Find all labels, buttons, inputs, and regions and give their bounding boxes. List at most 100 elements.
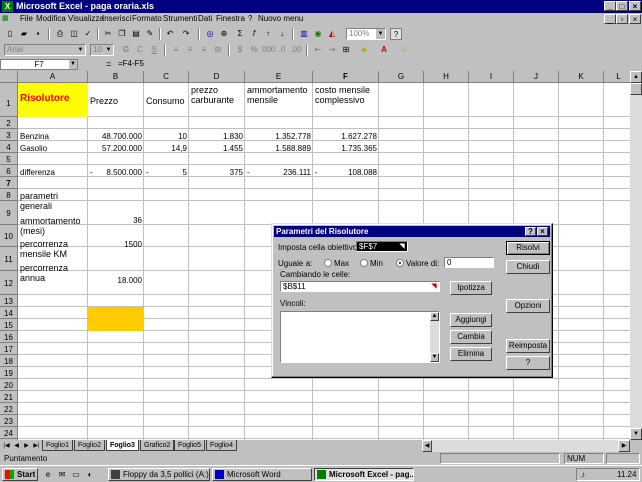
cell-a1[interactable]: Risolutore [18,93,88,104]
cell-e7[interactable]: 236.111 [255,168,313,177]
currency-icon[interactable]: $ [234,44,246,56]
increase-indent-icon[interactable]: ⇥ [326,44,338,56]
cell-b1[interactable]: Prezzo [88,96,144,106]
new-icon[interactable]: ▯ [4,28,16,40]
increase-decimal-icon[interactable]: .0 [276,44,288,56]
scroll-down-icon[interactable]: ▼ [630,428,642,440]
delete-constraint-button[interactable]: Elimina [450,347,492,361]
cell-b12[interactable]: 18.000 [88,276,144,285]
cell-c7[interactable]: 5 [154,168,189,177]
quicklaunch-outlook-icon[interactable]: ✉ [56,469,68,481]
cell-e4[interactable]: 1.352.778 [245,132,313,141]
first-sheet-icon[interactable]: |◀ [2,441,11,451]
chart-wizard-icon[interactable]: ▥ [298,28,310,40]
row-header[interactable]: 4 [0,141,18,153]
cell-f5[interactable]: 1.735.365 [313,144,379,153]
column-header-a[interactable]: A [18,71,88,83]
menu-strumenti[interactable]: Strumenti [163,14,197,23]
value-input[interactable]: 0 [444,257,494,268]
scroll-thumb[interactable] [630,83,642,95]
cell-d1[interactable]: prezzo carburante [189,85,245,105]
doc-close-icon[interactable]: × [629,14,641,24]
cell-b4[interactable]: 48.700.000 [88,132,144,141]
cell-c4[interactable]: 10 [144,132,189,141]
cell-a10[interactable]: ammortamento (mesi) [18,216,88,236]
tab-foglio4[interactable]: Foglio4 [206,440,237,451]
row-header[interactable]: 6 [0,165,18,177]
tray-icon[interactable]: ♪ [581,470,585,479]
row-header[interactable]: 17 [0,343,18,355]
radio-value[interactable] [396,259,404,267]
cell-f1[interactable]: costo mensile complessivo [313,85,379,105]
tab-foglio1[interactable]: Foglio1 [42,440,73,451]
cut-icon[interactable]: ✂ [102,28,114,40]
changing-cells-input[interactable]: $B$11 [280,281,440,292]
tab-foglio2[interactable]: Foglio2 [74,440,105,451]
close-button[interactable]: Chiudi [506,260,550,274]
clock[interactable]: 11.24 [617,470,636,479]
thousands-icon[interactable]: 000 [262,44,275,56]
dialog-close-icon[interactable]: × [537,227,548,236]
row-header[interactable]: 8 [0,189,18,201]
column-header-j[interactable]: J [514,71,559,83]
horizontal-scrollbar[interactable] [432,440,618,452]
column-header-l[interactable]: L [604,71,630,83]
quicklaunch-ie-icon[interactable]: e [42,469,54,481]
row-header[interactable]: 20 [0,379,18,391]
scroll-down-icon[interactable]: ▼ [430,353,439,362]
cell-f4[interactable]: 1.627.278 [313,132,379,141]
row-header[interactable]: 22 [0,403,18,415]
row-header[interactable]: 21 [0,391,18,403]
vertical-scrollbar[interactable]: ▲ ▼ [630,71,642,440]
column-header-i[interactable]: I [469,71,514,83]
doc-minimize-icon[interactable]: _ [604,14,616,24]
list-scroll-track[interactable] [430,321,439,353]
window-title-bar[interactable]: X Microsoft Excel - paga oraria.xls _ □ … [0,0,642,13]
collapse-dialog-icon[interactable]: ◥ [397,242,407,251]
menu-inserisci[interactable]: Inserisci [102,14,131,23]
align-left-icon[interactable]: ≡ [170,44,182,56]
row-header[interactable]: 13 [0,295,18,307]
radio-max[interactable] [324,259,332,267]
cell-a4[interactable]: Benzina [18,132,88,141]
cell-b11[interactable]: 1500 [88,240,144,249]
next-sheet-icon[interactable]: ▶ [22,441,31,451]
cell-a9[interactable]: parametri generali [18,191,88,211]
fill-color-icon[interactable]: ◈ [358,44,370,56]
decrease-decimal-icon[interactable]: .00 [290,44,302,56]
close-icon[interactable]: × [629,1,641,11]
prev-sheet-icon[interactable]: ◀ [12,441,21,451]
dialog-help-icon[interactable]: ? [525,227,536,236]
function-icon[interactable]: f [248,28,260,40]
copy-icon[interactable]: ❐ [116,28,128,40]
underline-icon[interactable]: S [148,44,160,56]
help-button[interactable]: ? [506,356,550,370]
row-header[interactable]: 12 [0,271,18,295]
autosum-icon[interactable]: Σ [234,28,246,40]
column-header-k[interactable]: K [559,71,604,83]
reset-button[interactable]: Reimposta [506,339,550,353]
quicklaunch-channels-icon[interactable]: ◐ [84,469,96,481]
cell-a11[interactable]: percorrenza mensile KM [18,239,88,259]
row-header[interactable]: 3 [0,129,18,141]
equals-sign[interactable]: = [106,59,111,69]
cell-c1[interactable]: Consumo [144,96,189,106]
font-size-combo[interactable]: 10 ▼ [90,44,114,56]
menu-finestra[interactable]: Finestra [216,14,245,23]
maximize-icon[interactable]: □ [616,1,628,11]
tab-grafico2[interactable]: Grafico2 [140,440,175,451]
cell-b10[interactable]: 36 [88,216,144,225]
merge-center-icon[interactable]: ⊞ [212,44,224,56]
chevron-down-icon[interactable]: ▼ [69,60,77,69]
menu-file[interactable]: File [20,14,33,23]
cell-d4[interactable]: 1.830 [189,132,245,141]
menu-nuovo-menu[interactable]: Nuovo menu [258,14,303,23]
column-header-b[interactable]: B [88,71,144,83]
cell-e5[interactable]: 1.588.889 [245,144,313,153]
smiley-icon[interactable]: ☺ [398,44,410,56]
row-header[interactable]: 11 [0,247,18,271]
italic-icon[interactable]: C [134,44,146,56]
scroll-up-icon[interactable]: ▲ [630,71,642,83]
preview-icon[interactable]: ◫ [68,28,80,40]
cell-d5[interactable]: 1.455 [189,144,245,153]
